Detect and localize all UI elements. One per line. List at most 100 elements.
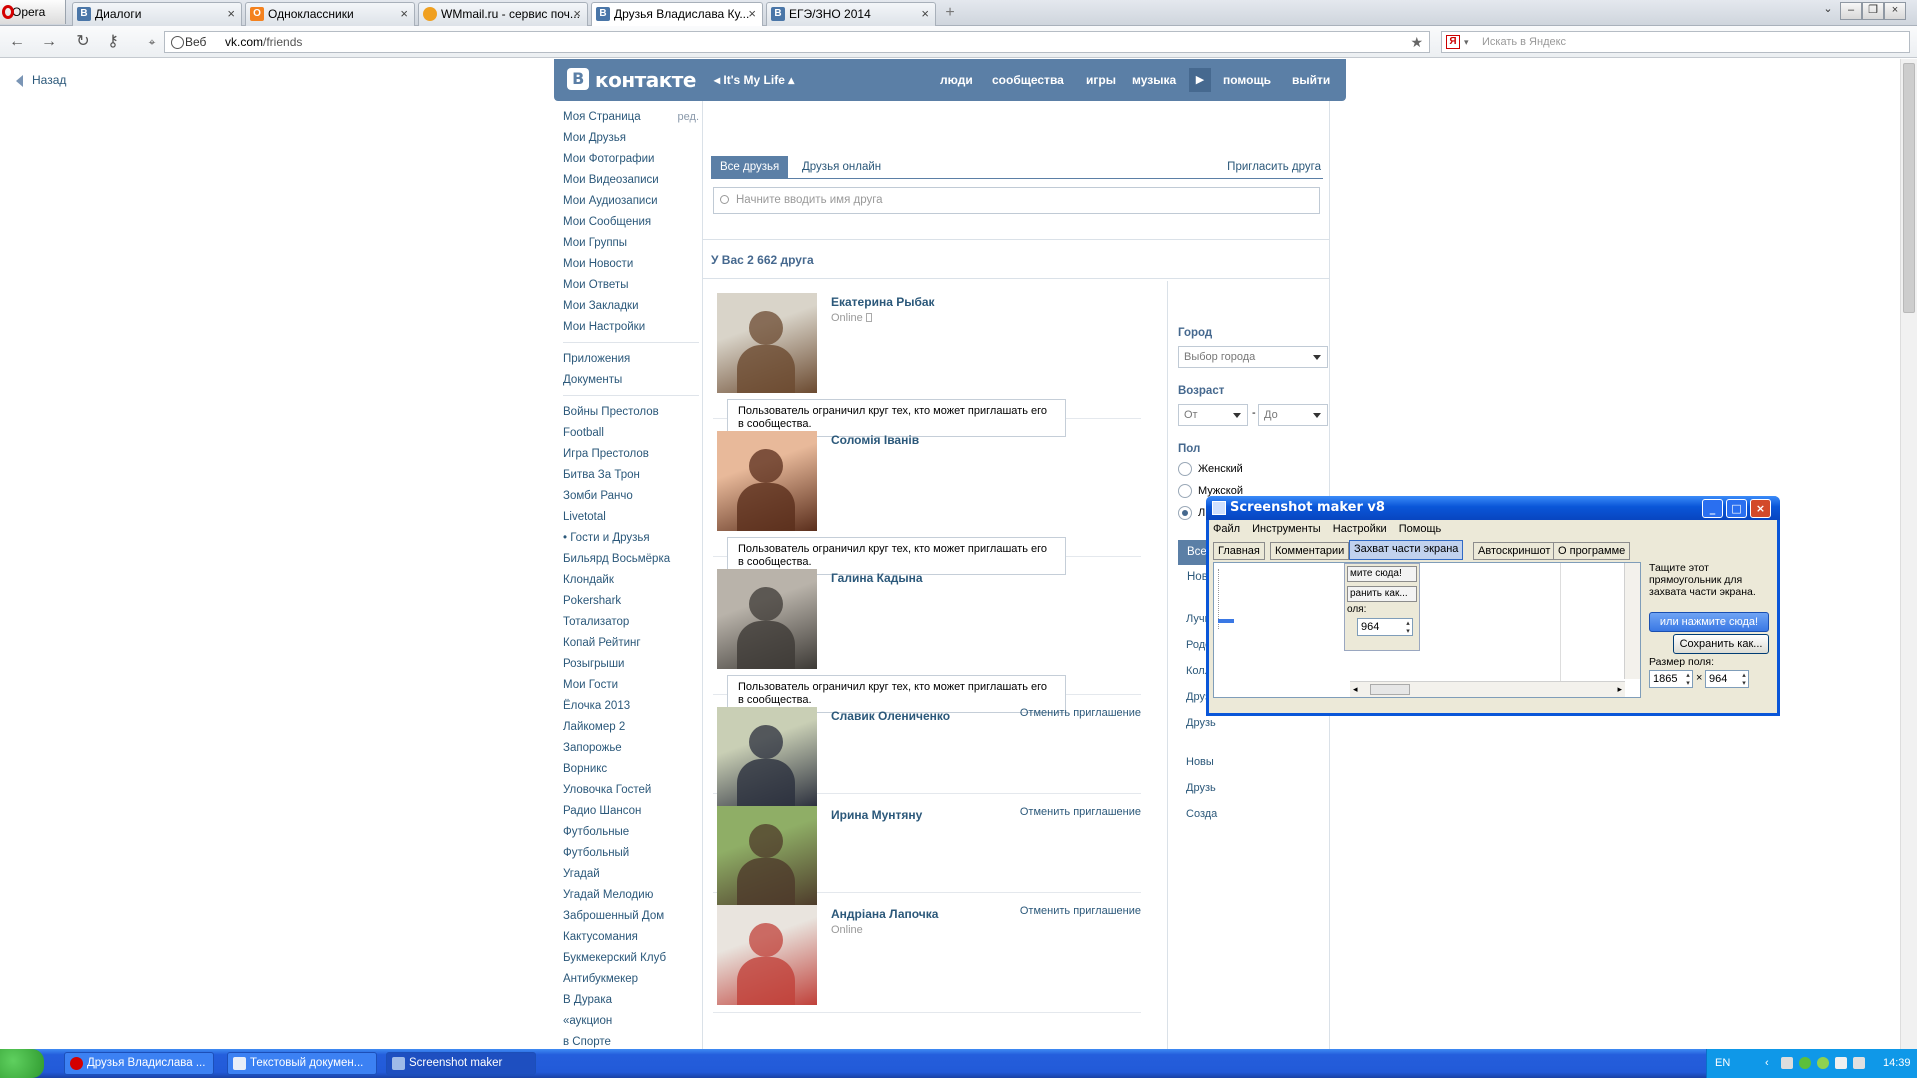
sm-tab-comments[interactable]: Комментарии — [1270, 542, 1350, 560]
left-menu-game-item[interactable]: Угадай — [563, 864, 699, 885]
nav-music[interactable]: музыка — [1132, 73, 1176, 87]
sm-menu-help[interactable]: Помощь — [1399, 523, 1442, 535]
taskbar-item-screenshot-maker[interactable]: Screenshot maker — [386, 1052, 536, 1075]
radio-sex-female[interactable]: Женский — [1178, 462, 1243, 476]
start-button[interactable] — [0, 1049, 44, 1078]
preview-vertical-scrollbar[interactable] — [1624, 563, 1640, 679]
left-menu-game-item[interactable]: Бильярд Восьмёрка — [563, 549, 699, 570]
left-menu-item[interactable]: Моя Страница ред. — [563, 107, 699, 128]
network-icon[interactable] — [1781, 1057, 1793, 1069]
close-tab-icon[interactable]: × — [748, 3, 756, 25]
filter-list-item[interactable]: Друзь — [1186, 717, 1216, 729]
left-menu-game-item[interactable]: Угадай Мелодию — [563, 885, 699, 906]
left-menu-game-item[interactable]: Войны Престолов — [563, 402, 699, 423]
left-menu-game-item[interactable]: Игра Престолов — [563, 444, 699, 465]
friend-avatar[interactable] — [717, 569, 817, 669]
left-menu-game-item[interactable]: Pokershark — [563, 591, 699, 612]
nav-people[interactable]: люди — [940, 73, 973, 87]
volume-icon[interactable] — [1835, 1057, 1847, 1069]
tab-list-icon[interactable]: ⌄ — [1817, 2, 1839, 20]
nav-games[interactable]: игры — [1086, 73, 1116, 87]
cancel-invitation-link[interactable]: Отменить приглашение — [1020, 806, 1141, 818]
taskbar-item-notepad[interactable]: Текстовый докумен... — [227, 1052, 377, 1075]
back-link[interactable]: Назад — [16, 73, 66, 87]
friend-name[interactable]: Ирина Мунтяну — [831, 808, 922, 822]
filter-list-item[interactable]: Новы — [1186, 756, 1214, 768]
close-tab-icon[interactable]: × — [400, 3, 408, 25]
width-spinner[interactable]: 1865 — [1649, 670, 1693, 688]
left-menu-game-item[interactable]: Радио Шансон — [563, 801, 699, 822]
sm-tab-main[interactable]: Главная — [1213, 542, 1265, 560]
left-menu-game-item[interactable]: в Спорте — [563, 1032, 699, 1049]
age-from-select[interactable]: От — [1178, 404, 1248, 426]
left-menu-item[interactable]: Мои Закладки — [563, 296, 699, 317]
cancel-invitation-link[interactable]: Отменить приглашение — [1020, 707, 1141, 719]
friend-avatar[interactable] — [717, 806, 817, 906]
key-icon[interactable]: ⚷ — [104, 33, 122, 51]
age-to-select[interactable]: До — [1258, 404, 1328, 426]
browser-tab[interactable]: WMmail.ru - сервис поч... × — [418, 2, 588, 26]
address-url[interactable]: vk.com/friends — [225, 32, 302, 52]
left-menu-game-item[interactable]: Мои Гости — [563, 675, 699, 696]
tab-online-friends[interactable]: Друзья онлайн — [793, 156, 890, 179]
friend-name[interactable]: Екатерина Рыбак — [831, 295, 935, 309]
friend-avatar[interactable] — [717, 707, 817, 807]
left-menu-game-item[interactable]: Розыгрыши — [563, 654, 699, 675]
browser-tab[interactable]: В ЕГЭ/ЗНО 2014 × — [766, 2, 936, 26]
save-as-button[interactable]: Сохранить как... — [1673, 634, 1769, 654]
screenshot-maker-titlebar[interactable]: Screenshot maker v8 _ □ × — [1206, 496, 1780, 520]
sm-tab-capture-region[interactable]: Захват части экрана — [1349, 540, 1464, 560]
filter-list-item[interactable]: Друзь — [1186, 782, 1216, 794]
minimize-icon[interactable]: – — [1840, 2, 1862, 20]
friend-name[interactable]: Славик Олениченко — [831, 709, 950, 723]
maximize-icon[interactable]: □ — [1726, 499, 1747, 518]
sm-tab-about[interactable]: О программе — [1553, 542, 1631, 560]
page-scroll-thumb[interactable] — [1903, 63, 1915, 313]
left-menu-game-item[interactable]: Кактусомания — [563, 927, 699, 948]
left-menu-item[interactable]: Мои Друзья — [563, 128, 699, 149]
search-engine-dropdown-icon[interactable]: ▾ — [1464, 32, 1469, 52]
filter-list-item[interactable]: Созда — [1186, 808, 1217, 820]
vk-logo[interactable]: Вконтакте — [567, 68, 696, 92]
friend-avatar[interactable] — [717, 293, 817, 393]
edit-menu-link[interactable]: ред. — [678, 107, 699, 128]
scroll-left-icon[interactable]: ◂ — [1353, 684, 1358, 695]
left-menu-item[interactable]: Мои Сообщения — [563, 212, 699, 233]
new-tab-icon[interactable]: + — [940, 4, 960, 22]
browser-tab[interactable]: В Диалоги × — [72, 2, 242, 26]
left-menu-game-item[interactable]: В Дурака — [563, 990, 699, 1011]
close-window-icon[interactable]: × — [1884, 2, 1906, 20]
click-here-button[interactable]: или нажмите сюда! — [1649, 612, 1769, 632]
left-menu-item[interactable]: Мои Ответы — [563, 275, 699, 296]
close-tab-icon[interactable]: × — [921, 3, 929, 25]
page-scrollbar[interactable] — [1900, 59, 1917, 1049]
address-bar[interactable]: Веб vk.com/friends ★ — [164, 31, 1430, 53]
close-tab-icon[interactable]: × — [573, 3, 581, 25]
tray-expand-icon[interactable]: ‹ — [1765, 1049, 1769, 1078]
minimize-icon[interactable]: _ — [1702, 499, 1723, 518]
left-menu-item[interactable]: Мои Новости — [563, 254, 699, 275]
left-menu-game-item[interactable]: Футбольный — [563, 843, 699, 864]
left-menu-game-item[interactable]: Livetotal — [563, 507, 699, 528]
taskbar-item-opera[interactable]: Друзья Владислава ... — [64, 1052, 214, 1075]
friend-name[interactable]: Галина Кадына — [831, 571, 923, 585]
left-menu-item[interactable]: Мои Видеозаписи — [563, 170, 699, 191]
left-menu-game-item[interactable]: Антибукмекер — [563, 969, 699, 990]
reload-icon[interactable]: ↻ — [74, 33, 92, 51]
left-menu-app-item[interactable]: Документы — [563, 370, 699, 391]
agent-icon[interactable] — [1817, 1057, 1829, 1069]
forward-arrow-icon[interactable]: → — [40, 33, 58, 51]
sm-menu-settings[interactable]: Настройки — [1333, 523, 1387, 535]
sm-menu-tools[interactable]: Инструменты — [1252, 523, 1321, 535]
left-menu-game-item[interactable]: «аукцион — [563, 1011, 699, 1032]
sm-tab-autoscreenshot[interactable]: Автоскриншот — [1473, 542, 1556, 560]
restore-icon[interactable]: ❐ — [1862, 2, 1884, 20]
height-spinner[interactable]: 964 — [1705, 670, 1749, 688]
clock[interactable]: 14:39 — [1883, 1049, 1911, 1078]
left-menu-item[interactable]: Мои Группы — [563, 233, 699, 254]
search-field[interactable]: Я ▾ Искать в Яндекс — [1441, 31, 1910, 53]
left-menu-game-item[interactable]: Копай Рейтинг — [563, 633, 699, 654]
left-menu-game-item[interactable]: Битва За Трон — [563, 465, 699, 486]
left-menu-item[interactable]: Мои Аудиозаписи — [563, 191, 699, 212]
preview-horizontal-scrollbar[interactable]: ◂ ▸ — [1350, 681, 1625, 697]
